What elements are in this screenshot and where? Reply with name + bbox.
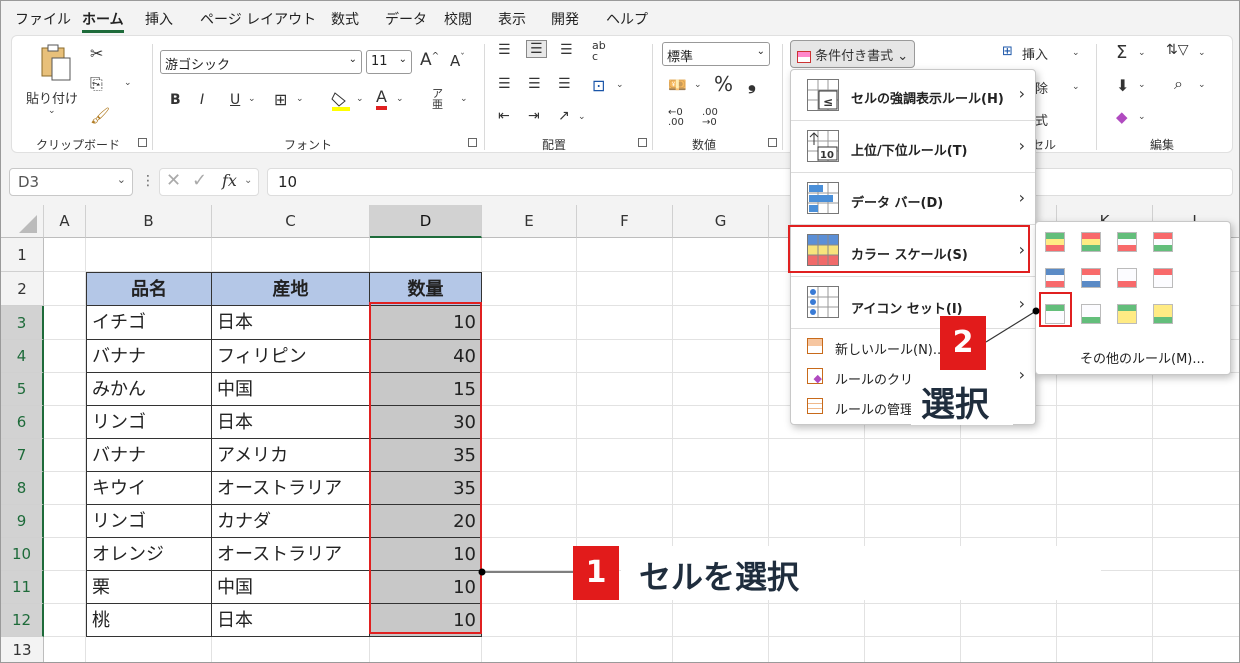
callout-select-cells: セルを選択 xyxy=(621,546,1101,600)
step-badge-2: 2 xyxy=(940,316,986,370)
step-badge-1: 1 xyxy=(573,546,619,600)
callout-select: 選択 xyxy=(911,373,1013,425)
